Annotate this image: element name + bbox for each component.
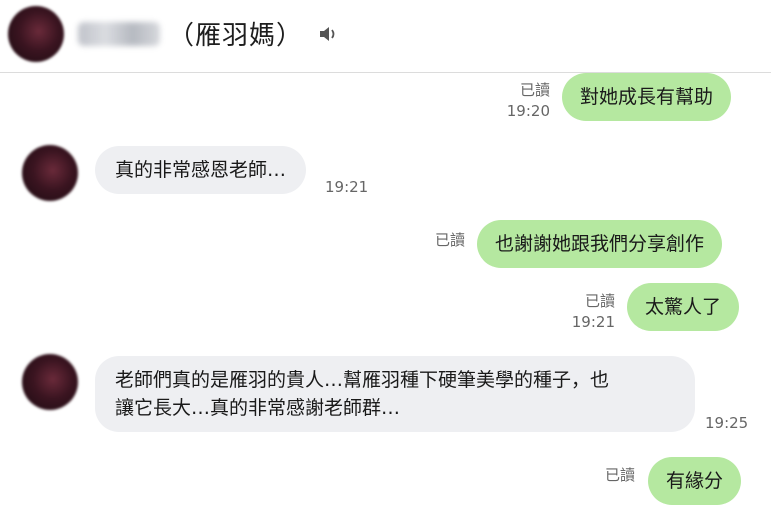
message-text: 真的非常感恩老師… [115, 159, 287, 181]
read-receipt: 已讀 [604, 466, 635, 484]
message-bubble-outgoing[interactable]: 太驚人了 [627, 283, 740, 331]
message-bubble-incoming[interactable]: 老師們真的是雁羽的貴人…幫雁羽種下硬筆美學的種子，也 讓它長大…真的非常感謝老師… [95, 356, 695, 432]
message-time: 19:20 [506, 102, 550, 120]
message-time: 19:21 [571, 313, 615, 331]
contact-avatar[interactable] [22, 145, 78, 201]
message-text: 也謝謝她跟我們分享創作 [495, 233, 705, 255]
message-text: 太驚人了 [645, 296, 722, 318]
message-text: 有緣分 [666, 470, 724, 492]
contact-avatar[interactable] [22, 354, 78, 410]
message-meta: 已讀 19:21 [565, 291, 615, 333]
contact-avatar[interactable] [8, 6, 64, 62]
read-receipt: 已讀 [584, 292, 615, 310]
read-receipt: 已讀 [434, 231, 465, 249]
read-receipt: 已讀 [519, 81, 550, 99]
message-bubble-outgoing[interactable]: 有緣分 [648, 457, 742, 505]
message-bubble-outgoing[interactable]: 也謝謝她跟我們分享創作 [477, 220, 723, 268]
chat-title: （雁羽媽） [168, 21, 304, 51]
message-text-line: 老師們真的是雁羽的貴人…幫雁羽種下硬筆美學的種子，也 [115, 369, 610, 391]
chat-header: （雁羽媽） [0, 0, 771, 73]
message-time: 19:25 [705, 414, 749, 432]
message-bubble-incoming[interactable]: 真的非常感恩老師… [95, 146, 307, 194]
message-time: 19:21 [325, 178, 369, 196]
message-text: 對她成長有幫助 [580, 86, 714, 108]
message-text-line: 讓它長大…真的非常感謝老師群… [115, 397, 401, 419]
speaker-icon[interactable] [318, 24, 340, 44]
contact-name-blurred [78, 22, 160, 46]
message-meta: 已讀 [590, 465, 635, 486]
message-bubble-outgoing[interactable]: 對她成長有幫助 [562, 73, 732, 121]
message-meta: 已讀 19:20 [500, 80, 550, 122]
message-meta: 已讀 [420, 230, 465, 251]
